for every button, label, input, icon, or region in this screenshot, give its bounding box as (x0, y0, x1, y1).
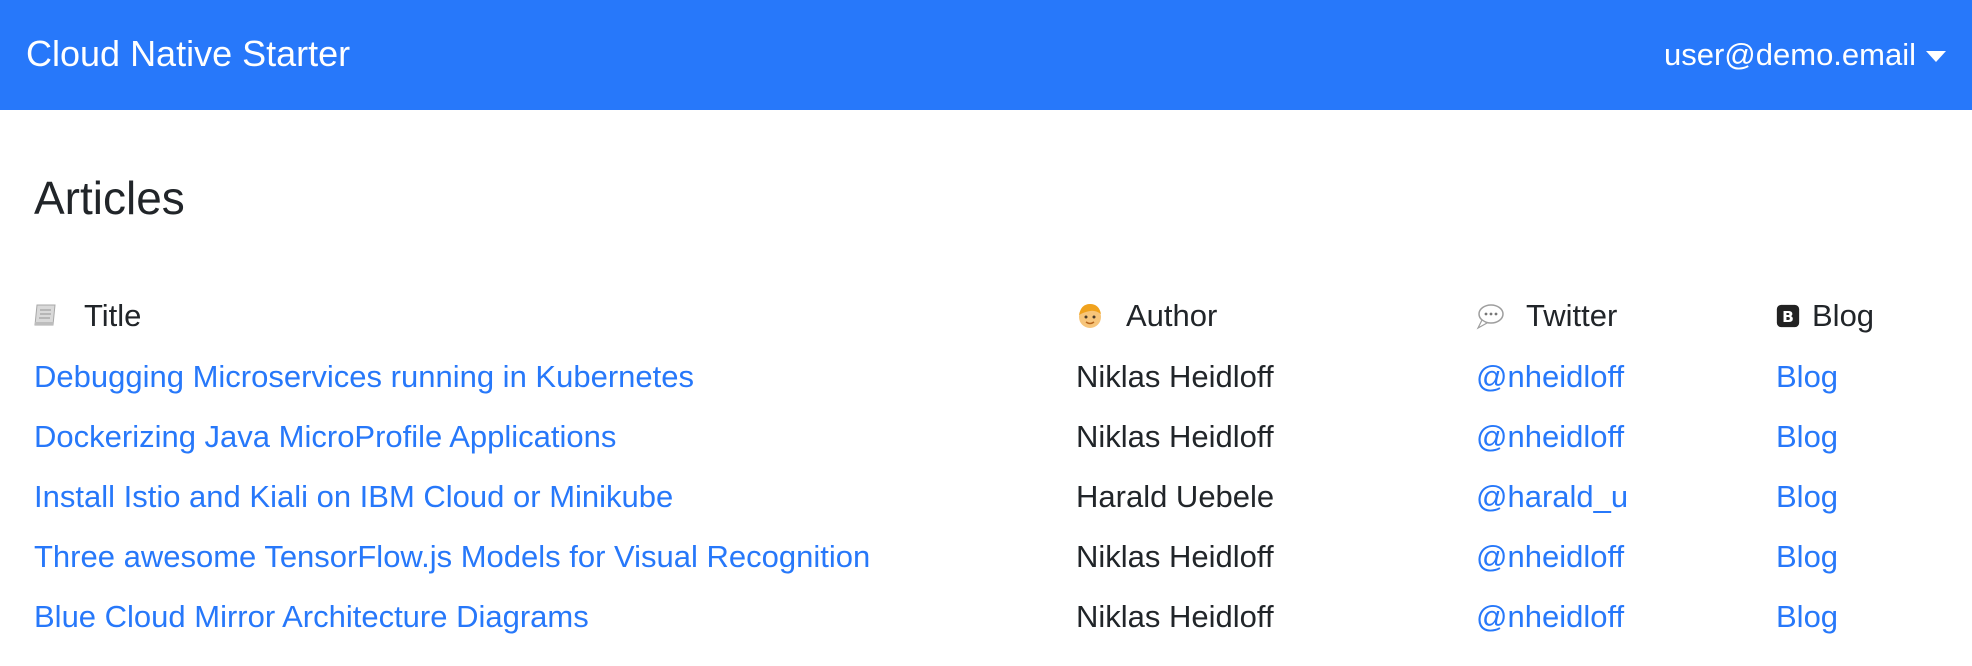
article-author: Harald Uebele (1076, 479, 1275, 514)
speech-bubble-icon (1476, 304, 1504, 330)
article-author: Niklas Heidloff (1076, 359, 1274, 394)
article-title-link[interactable]: Debugging Microservices running in Kuber… (34, 347, 694, 407)
twitter-link[interactable]: @harald_u (1476, 467, 1628, 527)
article-title-link[interactable]: Blue Cloud Mirror Architecture Diagrams (34, 587, 589, 647)
header-title: Title (34, 286, 141, 346)
twitter-link[interactable]: @nheidloff (1476, 407, 1624, 467)
article-title-link[interactable]: Install Istio and Kiali on IBM Cloud or … (34, 467, 673, 527)
table-row: Three awesome TensorFlow.js Models for V… (0, 527, 1972, 587)
article-author: Niklas Heidloff (1076, 599, 1274, 634)
header-blog: B Blog (1776, 286, 1874, 346)
blog-link[interactable]: Blog (1776, 407, 1838, 467)
page-title: Articles (34, 172, 185, 224)
navbar: Cloud Native Starter user@demo.email (0, 0, 1972, 110)
b-letter-icon: B (1776, 304, 1800, 328)
article-title-link[interactable]: Dockerizing Java MicroProfile Applicatio… (34, 407, 616, 467)
blog-link[interactable]: Blog (1776, 347, 1838, 407)
header-twitter: Twitter (1476, 286, 1617, 346)
blog-link[interactable]: Blog (1776, 587, 1838, 647)
table-row: Install Istio and Kiali on IBM Cloud or … (0, 467, 1972, 527)
person-icon (1079, 304, 1101, 328)
article-title-link[interactable]: Three awesome TensorFlow.js Models for V… (34, 527, 870, 587)
brand-link[interactable]: Cloud Native Starter (26, 30, 350, 78)
table-row: Dockerizing Java MicroProfile Applicatio… (0, 407, 1972, 467)
article-author: Niklas Heidloff (1076, 419, 1274, 454)
table-header-row: Title Author Twitter B Blog (0, 286, 1972, 346)
header-title-label: Title (84, 298, 142, 333)
header-author: Author (1076, 286, 1217, 346)
table-row: Blue Cloud Mirror Architecture Diagrams … (0, 587, 1972, 647)
header-blog-label: Blog (1812, 298, 1875, 333)
table-row: Debugging Microservices running in Kuber… (0, 347, 1972, 407)
header-twitter-label: Twitter (1526, 298, 1618, 333)
twitter-link[interactable]: @nheidloff (1476, 347, 1624, 407)
twitter-link[interactable]: @nheidloff (1476, 587, 1624, 647)
user-email: user@demo.email (1663, 37, 1916, 72)
article-author: Niklas Heidloff (1076, 539, 1274, 574)
user-menu-toggle[interactable]: user@demo.email (1664, 32, 1946, 78)
svg-text:B: B (1782, 308, 1794, 326)
twitter-link[interactable]: @nheidloff (1476, 527, 1624, 587)
blog-link[interactable]: Blog (1776, 527, 1838, 587)
blog-link[interactable]: Blog (1776, 467, 1838, 527)
scroll-icon (34, 304, 56, 326)
caret-down-icon (1926, 51, 1946, 62)
header-author-label: Author (1126, 298, 1218, 333)
